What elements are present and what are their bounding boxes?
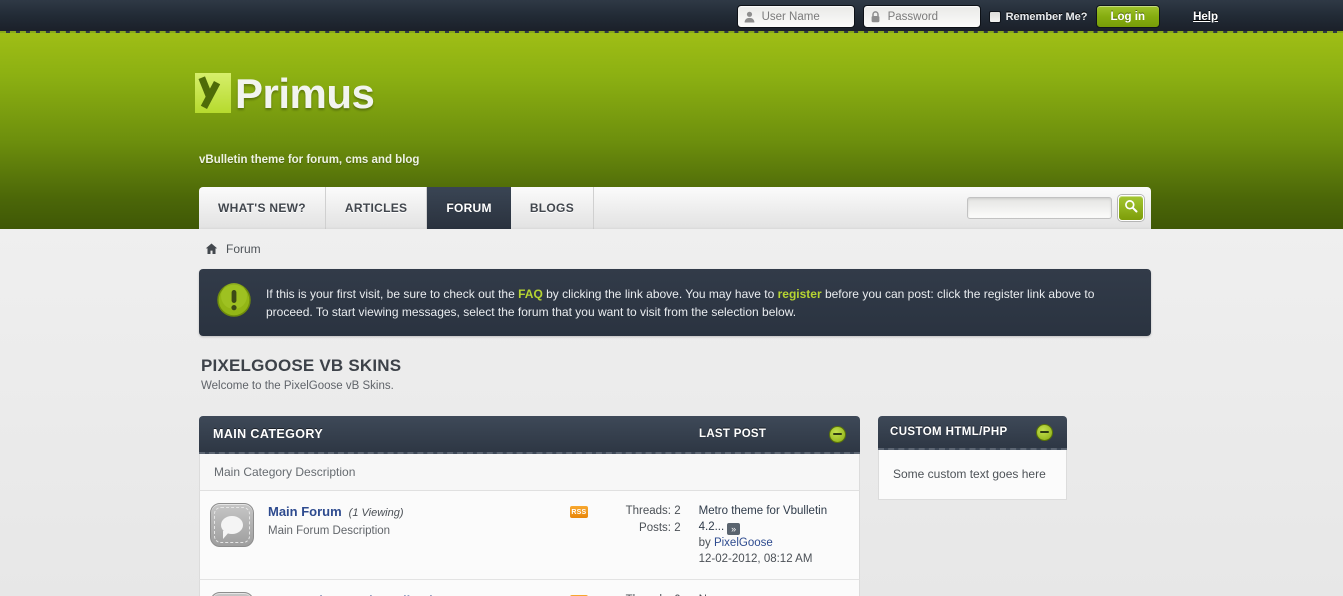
table-row[interactable]: Suggestions and Feedback Suggestions and… — [199, 580, 860, 596]
login-button[interactable]: Log in — [1095, 5, 1160, 28]
search-input[interactable] — [967, 197, 1112, 219]
forum-info: Suggestions and Feedback Suggestions and… — [268, 592, 570, 596]
category-description: Main Category Description — [199, 454, 860, 491]
breadcrumb-item-forum[interactable]: Forum — [226, 242, 261, 256]
remember-me-label: Remember Me? — [1005, 10, 1088, 23]
bubble-shape — [221, 516, 243, 539]
remember-me-checkbox[interactable] — [988, 10, 1001, 23]
content-columns: MAIN CATEGORY LAST POST Main Category De… — [199, 416, 1151, 596]
last-post-author-line: by PixelGoose — [699, 535, 845, 551]
tab-articles[interactable]: ARTICLES — [326, 187, 428, 229]
password-field-wrapper[interactable] — [862, 5, 981, 28]
category-title: MAIN CATEGORY — [213, 427, 324, 441]
last-post-cell: Metro theme for Vbulletin 4.2...» by Pix… — [699, 503, 845, 567]
notice-part-2: by clicking the link above. You may have… — [542, 286, 778, 301]
table-row[interactable]: Main Forum (1 Viewing) Main Forum Descrip… — [199, 491, 860, 580]
posts-count: Posts: 2 — [639, 522, 681, 534]
last-post-author[interactable]: PixelGoose — [714, 537, 773, 549]
last-post-by-prefix: by — [698, 537, 714, 549]
page-body: Forum If this is your first visit, be su… — [0, 229, 1343, 596]
forum-bubble-icon — [210, 503, 254, 547]
tab-forum[interactable]: FORUM — [427, 187, 511, 229]
rss-icon[interactable]: RSS — [569, 506, 588, 518]
notice-register-link[interactable]: register — [778, 287, 822, 301]
site-logo[interactable]: Primus — [195, 70, 375, 117]
search-button[interactable] — [1118, 195, 1144, 221]
forum-link-main-forum[interactable]: Main Forum — [268, 504, 342, 519]
collapse-minus-icon[interactable] — [1036, 423, 1053, 441]
notice-text: If this is your first visit, be sure to … — [266, 285, 1133, 321]
category-header: MAIN CATEGORY LAST POST — [199, 416, 860, 454]
user-icon — [742, 9, 758, 24]
forum-bubble-icon — [210, 592, 254, 596]
exclamation-icon — [217, 283, 251, 322]
logo-text: Primus — [235, 70, 375, 117]
username-input[interactable] — [757, 6, 854, 27]
notice-faq-link[interactable]: FAQ — [518, 287, 543, 301]
search-box — [967, 187, 1151, 229]
sidebar-block: CUSTOM HTML/PHP Some custom text goes he… — [878, 416, 1067, 596]
sidebar-header: CUSTOM HTML/PHP — [878, 416, 1067, 450]
breadcrumb: Forum — [199, 229, 1151, 256]
home-icon — [205, 243, 218, 255]
search-icon — [1124, 199, 1138, 218]
threads-count: Threads: 0 — [602, 592, 681, 596]
sidebar-body-text: Some custom text goes here — [878, 450, 1067, 500]
goto-last-post-icon[interactable]: » — [727, 523, 741, 535]
column-header-last-post: LAST POST — [699, 428, 767, 440]
last-post-date: 12-02-2012, 08:12 AM — [698, 553, 813, 565]
forum-description: Main Forum Description — [268, 525, 391, 537]
primus-check-mark-icon — [195, 73, 231, 113]
forum-viewing-count: (1 Viewing) — [348, 507, 404, 519]
username-field-wrapper[interactable] — [736, 5, 855, 28]
help-link[interactable]: Help — [1193, 0, 1218, 33]
page-subtitle: Welcome to the PixelGoose vB Skins. — [201, 380, 394, 392]
top-login-bar: Remember Me? Log in Help — [0, 0, 1343, 33]
notice-banner: If this is your first visit, be sure to … — [199, 269, 1151, 336]
tab-blogs[interactable]: BLOGS — [511, 187, 594, 229]
sidebar-title: CUSTOM HTML/PHP — [890, 426, 1008, 438]
tab-whats-new[interactable]: WHAT'S NEW? — [199, 187, 326, 229]
forum-info: Main Forum (1 Viewing) Main Forum Descrip… — [268, 503, 570, 537]
page-title: PIXELGOOSE VB SKINS — [201, 356, 402, 375]
collapse-minus-icon[interactable] — [829, 425, 846, 443]
forum-stats: Threads: 0 Posts: 0 — [602, 592, 681, 596]
password-input[interactable] — [883, 6, 980, 27]
lock-icon — [868, 9, 884, 24]
site-tagline: vBulletin theme for forum, cms and blog — [199, 154, 420, 166]
main-navigation: WHAT'S NEW? ARTICLES FORUM BLOGS — [199, 187, 1151, 229]
threads-count: Threads: 2 — [625, 505, 681, 517]
site-header: Primus vBulletin theme for forum, cms an… — [0, 33, 1343, 260]
last-post-title[interactable]: Metro theme for Vbulletin 4.2... — [699, 505, 827, 533]
remember-me-control[interactable]: Remember Me? — [988, 10, 1088, 23]
last-post-cell: Never — [699, 592, 845, 596]
forum-list: MAIN CATEGORY LAST POST Main Category De… — [199, 416, 860, 596]
forum-stats: Threads: 2 Posts: 2 — [602, 503, 681, 537]
notice-part-1: If this is your first visit, be sure to … — [266, 286, 519, 301]
